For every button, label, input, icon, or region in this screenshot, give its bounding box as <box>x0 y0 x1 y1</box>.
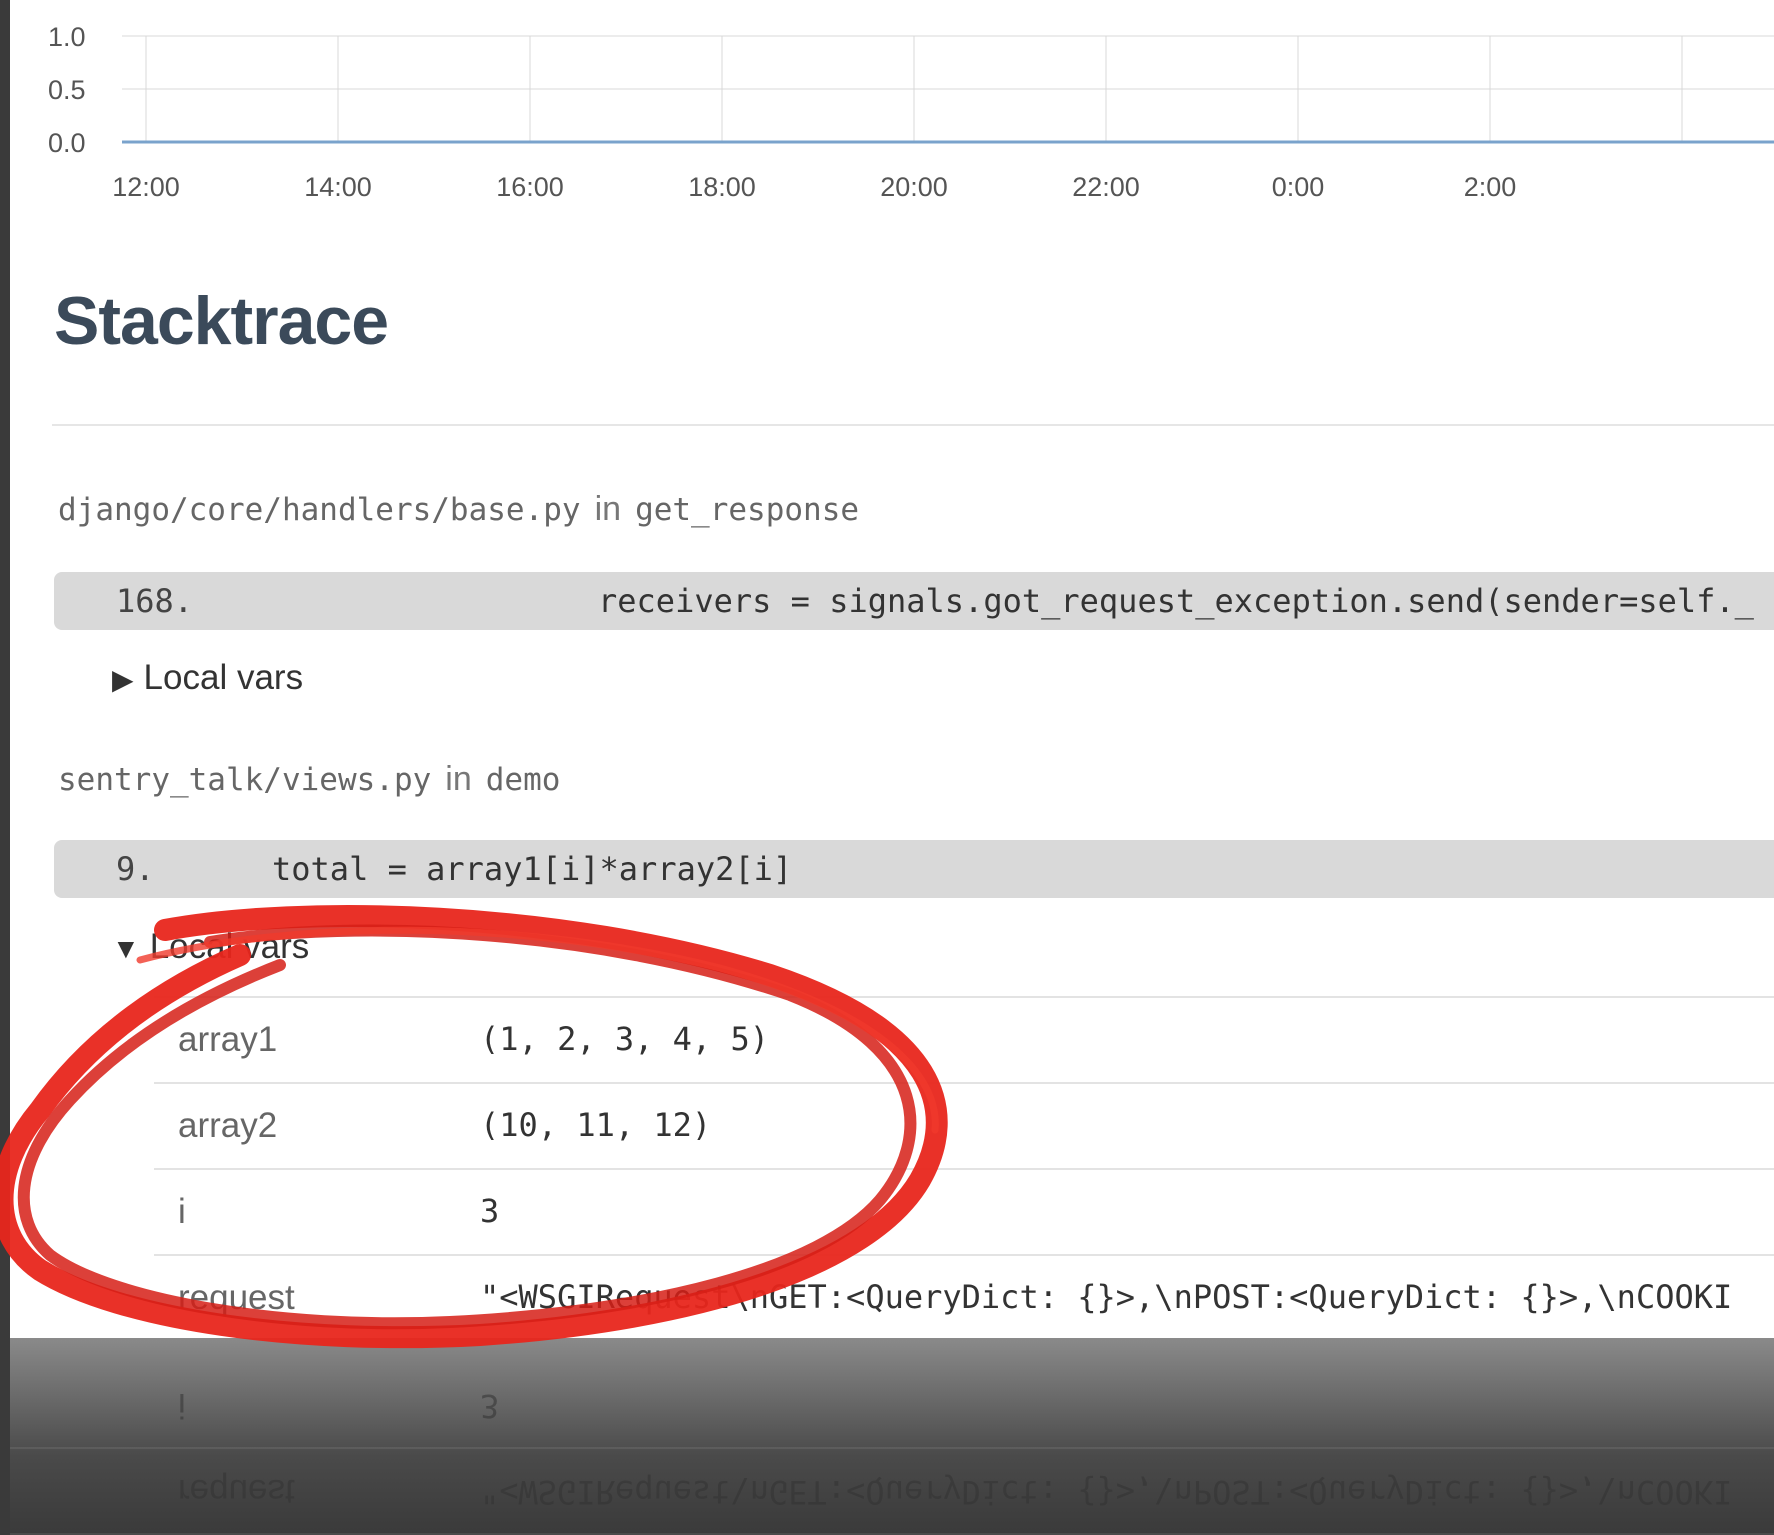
var-name: request <box>178 1278 295 1317</box>
var-name: array1 <box>178 1020 278 1059</box>
x-tick-label: 22:00 <box>1072 172 1140 202</box>
frame-in-label: in <box>445 760 472 798</box>
x-tick-label: 20:00 <box>880 172 948 202</box>
local-vars-toggle[interactable]: ▼ Local vars <box>112 927 309 967</box>
var-value: (1, 2, 3, 4, 5) <box>480 1020 769 1058</box>
var-value: (10, 11, 12) <box>480 1106 712 1144</box>
var-value: 3 <box>480 1192 500 1230</box>
source-code: receivers = signals.got_request_exceptio… <box>598 582 1754 620</box>
frame-filename: sentry_talk/views.py <box>58 762 432 798</box>
y-tick-label: 1.0 <box>48 22 86 52</box>
frame-function: demo <box>485 762 561 798</box>
section-divider <box>52 424 1774 426</box>
frame-header: django/core/handlers/base.py in get_respon… <box>58 490 859 529</box>
reflection-mirror: request "<WSGIRequest\nGET:<QueryDict: {… <box>10 1363 1774 1535</box>
x-tick-label: 16:00 <box>496 172 564 202</box>
table-row: i 3 <box>154 1168 1774 1254</box>
local-vars-table: array1 (1, 2, 3, 4, 5) array2 (10, 11, 1… <box>154 996 1774 1338</box>
reflection-var-name: i <box>178 1386 186 1425</box>
table-row: array2 (10, 11, 12) <box>154 1082 1774 1168</box>
local-vars-toggle[interactable]: ▶ Local vars <box>112 658 303 698</box>
table-row: array1 (1, 2, 3, 4, 5) <box>154 996 1774 1082</box>
x-tick-label: 12:00 <box>112 172 180 202</box>
y-tick-label: 0.0 <box>48 128 86 158</box>
x-tick-label: 14:00 <box>304 172 372 202</box>
page-reflection: request "<WSGIRequest\nGET:<QueryDict: {… <box>10 1338 1774 1535</box>
page-title: Stacktrace <box>54 283 389 359</box>
var-name: array2 <box>178 1106 278 1145</box>
x-tick-label: 18:00 <box>688 172 756 202</box>
presentation-slide: 1.0 0.5 0.0 12:00 14:00 16:00 18:00 20:00 22:00 0… <box>0 0 1774 1535</box>
reflection-var-name: request <box>178 1472 295 1511</box>
frame-header: sentry_talk/views.py in demo <box>58 760 560 799</box>
line-number: 168. <box>116 582 194 620</box>
var-value: "<WSGIRequest\nGET:<QueryDict: {}>,\nPOS… <box>480 1278 1733 1316</box>
source-code: total = array1[i]*array2[i] <box>272 850 793 888</box>
frame-context-line[interactable]: 9. total = array1[i]*array2[i] <box>54 840 1774 898</box>
reflection-row: i 3 <box>10 1363 1774 1449</box>
frame-in-label: in <box>594 490 622 528</box>
y-tick-label: 0.5 <box>48 75 86 105</box>
x-tick-label: 0:00 <box>1272 172 1325 202</box>
x-tick-label: 2:00 <box>1464 172 1517 202</box>
triangle-down-icon: ▼ <box>112 933 140 964</box>
var-name: i <box>178 1192 186 1231</box>
frame-context-line[interactable]: 168. receivers = signals.got_request_exc… <box>54 572 1774 630</box>
event-frequency-chart: 1.0 0.5 0.0 12:00 14:00 16:00 18:00 20:00 22:00 0… <box>48 22 1774 202</box>
frame-filename: django/core/handlers/base.py <box>58 492 581 528</box>
reflection-row: request "<WSGIRequest\nGET:<QueryDict: {… <box>10 1449 1774 1535</box>
reflection-var-value: 3 <box>480 1387 500 1425</box>
reflection-var-value: "<WSGIRequest\nGET:<QueryDict: {}>,\nPOS… <box>480 1473 1733 1511</box>
table-row: request "<WSGIRequest\nGET:<QueryDict: {… <box>154 1254 1774 1338</box>
frame-function: get_response <box>635 492 860 528</box>
sentry-event-page: 1.0 0.5 0.0 12:00 14:00 16:00 18:00 20:00 22:00 0… <box>10 0 1774 1338</box>
local-vars-label: Local vars <box>149 927 310 966</box>
triangle-right-icon: ▶ <box>112 664 134 695</box>
local-vars-label: Local vars <box>143 658 304 697</box>
line-number: 9. <box>116 850 155 888</box>
